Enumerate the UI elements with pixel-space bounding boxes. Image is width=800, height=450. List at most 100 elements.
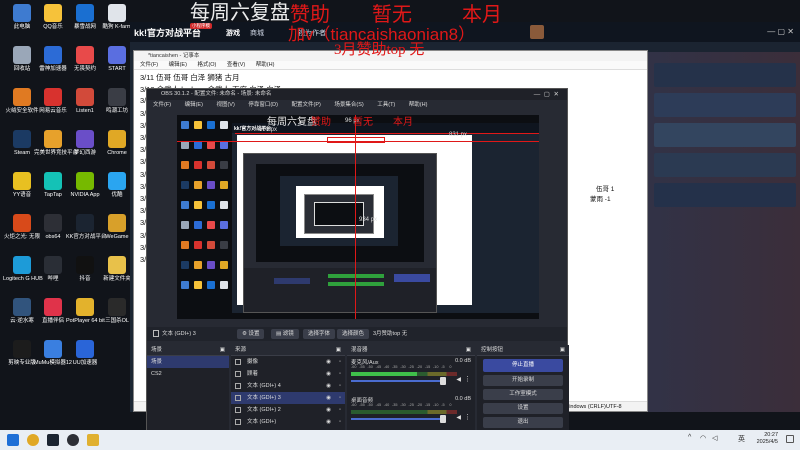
volume-meter bbox=[351, 410, 457, 414]
lock-icon[interactable]: ▫ bbox=[339, 368, 341, 380]
notepad-menu-help[interactable]: 帮助(H) bbox=[256, 62, 275, 68]
lock-icon[interactable]: ▫ bbox=[339, 380, 341, 392]
select-font-button[interactable]: 选择字体 bbox=[303, 329, 336, 339]
obs-menu-view[interactable]: 视图(V) bbox=[216, 102, 234, 108]
visibility-eye-icon[interactable]: ◉ bbox=[326, 416, 331, 428]
scene-item[interactable]: 场景 bbox=[147, 356, 229, 368]
mixer-dock-popout-icon[interactable]: ▣ bbox=[466, 345, 471, 356]
taptap-icon bbox=[44, 172, 62, 190]
source-filters-button[interactable]: ▤ 滤镜 bbox=[271, 329, 299, 339]
notepad-menu-format[interactable]: 格式(O) bbox=[197, 62, 216, 68]
notepad-menu-file[interactable]: 文件(F) bbox=[140, 62, 158, 68]
mixer-tick: -55 bbox=[359, 365, 365, 369]
visibility-eye-icon[interactable]: ◉ bbox=[326, 404, 331, 416]
kk-taskbar-icon[interactable] bbox=[47, 434, 59, 446]
obs-taskbar-icon[interactable] bbox=[67, 434, 79, 446]
mixer-tick: -25 bbox=[408, 403, 414, 407]
more-icon[interactable]: ⋮ bbox=[464, 413, 471, 421]
lock-icon[interactable]: ▫ bbox=[339, 416, 341, 428]
mixer-tick: -15 bbox=[424, 365, 431, 369]
kk-nav-store[interactable]: 商城 bbox=[250, 28, 264, 38]
lock-icon[interactable]: ▫ bbox=[339, 392, 341, 404]
studio-mode-button[interactable]: 工作室模式 bbox=[483, 389, 563, 400]
volume-slider[interactable] bbox=[351, 377, 446, 385]
source-settings-button[interactable]: ⚙ 设置 bbox=[237, 329, 265, 339]
mixer-tick: -25 bbox=[408, 365, 414, 369]
mixer-tick: -40 bbox=[383, 403, 390, 407]
speaker-icon[interactable]: ◀ bbox=[456, 414, 461, 421]
start-recording-button[interactable]: 开始录制 bbox=[483, 375, 563, 386]
select-color-button[interactable]: 选择颜色 bbox=[337, 329, 370, 339]
source-item[interactable]: 顾着 ◉ ▫ bbox=[231, 368, 345, 380]
mixer-tick: -45 bbox=[375, 403, 382, 407]
tray-chevron-icon[interactable]: ^ bbox=[688, 434, 691, 441]
obs-window-controls[interactable]: — ▢ ✕ bbox=[534, 89, 559, 100]
chrome-taskbar-icon[interactable] bbox=[27, 434, 39, 446]
stop-streaming-button[interactable]: 停止直播 bbox=[483, 359, 563, 372]
kk-avatar[interactable] bbox=[530, 25, 544, 39]
source-type-icon bbox=[235, 395, 241, 401]
volume-slider-handle[interactable] bbox=[440, 377, 446, 385]
speaker-icon[interactable]: ◀ bbox=[456, 376, 461, 383]
obs-menu-tools[interactable]: 工具(T) bbox=[377, 102, 395, 108]
lock-icon[interactable]: ▫ bbox=[339, 356, 341, 368]
visibility-eye-icon[interactable]: ◉ bbox=[326, 392, 331, 404]
sources-dock-popout-icon[interactable]: ▣ bbox=[336, 345, 341, 356]
mixer-channel: 桌面音频 0.0 dB -60 -55 -50 -45 -40 -35 -30 -25 -20 -15… bbox=[347, 394, 475, 432]
obs-menu-scene-collection[interactable]: 场景集合(S) bbox=[334, 102, 363, 108]
source-item[interactable]: 文本 (GDI+) ◉ ▫ bbox=[231, 416, 345, 428]
preview-desktop-icon bbox=[194, 141, 202, 149]
obs-menu-file[interactable]: 文件(F) bbox=[153, 102, 171, 108]
scenes-dock-title: 场景 bbox=[151, 347, 163, 353]
mixer-tick: -20 bbox=[416, 365, 423, 369]
game-taskbar-icon[interactable] bbox=[87, 434, 99, 446]
volume-icon[interactable]: ◁ bbox=[712, 434, 717, 442]
notepad-menu-edit[interactable]: 编辑(E) bbox=[169, 62, 187, 68]
notepad-menu-view[interactable]: 查看(V) bbox=[227, 62, 245, 68]
source-item[interactable]: 摄像 ◉ ▫ bbox=[231, 356, 345, 368]
scene-item[interactable]: CS2 bbox=[147, 368, 229, 380]
volume-slider-handle[interactable] bbox=[440, 415, 446, 423]
visibility-eye-icon[interactable]: ◉ bbox=[326, 380, 331, 392]
obs-menu-docks[interactable]: 停靠窗口(D) bbox=[248, 102, 278, 108]
capcut-icon bbox=[13, 340, 31, 358]
volume-slider[interactable] bbox=[351, 415, 446, 423]
windows-start-icon[interactable] bbox=[7, 434, 19, 446]
obs-preview[interactable]: kk!官方对战平台 600 px 96 px 831 px 934 px 每周六… bbox=[177, 115, 539, 319]
kk-right-list bbox=[650, 57, 800, 357]
preview-desktop-icon bbox=[181, 281, 189, 289]
obs-menu-bar: 文件(F) 编辑(E) 视图(V) 停靠窗口(D) 配置文件(P) 场景集合(S… bbox=[147, 100, 567, 110]
notification-icon[interactable] bbox=[786, 435, 794, 443]
kk-nav-games[interactable]: 游戏 bbox=[226, 28, 240, 38]
more-icon[interactable]: ⋮ bbox=[464, 375, 471, 383]
wifi-icon[interactable]: ◠ bbox=[700, 434, 706, 442]
obs-exit-button[interactable]: 退出 bbox=[483, 417, 563, 428]
visibility-eye-icon[interactable]: ◉ bbox=[326, 368, 331, 380]
preview-obs bbox=[243, 153, 437, 313]
preview-desktop-icon bbox=[194, 261, 202, 269]
obs-settings-button[interactable]: 设置 bbox=[483, 403, 563, 414]
kk-window-controls[interactable]: — ▢ ✕ bbox=[767, 27, 794, 36]
obs-menu-profile[interactable]: 配置文件(P) bbox=[291, 102, 320, 108]
obs-menu-help[interactable]: 帮助(H) bbox=[409, 102, 428, 108]
preview-desktop-icon bbox=[220, 281, 228, 289]
scenes-dock-popout-icon[interactable]: ▣ bbox=[220, 345, 225, 356]
obs-menu-edit[interactable]: 编辑(E) bbox=[185, 102, 203, 108]
controls-dock-popout-icon[interactable]: ▣ bbox=[560, 345, 565, 356]
source-toolbar-text-value[interactable]: 3月赞助top 无 bbox=[373, 329, 407, 339]
mixer-tick: -30 bbox=[400, 365, 406, 369]
desktop-icon-35[interactable]: UU加速器 bbox=[66, 340, 104, 378]
preview-desktop-icon bbox=[220, 201, 228, 209]
source-item[interactable]: 文本 (GDI+) 2 ◉ ▫ bbox=[231, 404, 345, 416]
steam-icon bbox=[13, 130, 31, 148]
preview-selection-box[interactable] bbox=[327, 137, 385, 143]
lock-icon[interactable]: ▫ bbox=[339, 404, 341, 416]
preview-desktop-icon bbox=[194, 161, 202, 169]
mixer-tick: -20 bbox=[416, 403, 423, 407]
source-settings-label: 设置 bbox=[248, 331, 260, 337]
source-item[interactable]: 文本 (GDI+) 3 ◉ ▫ bbox=[231, 392, 345, 404]
ime-indicator[interactable]: 英 bbox=[738, 434, 745, 444]
clock[interactable]: 20:27 2025/4/5 bbox=[757, 432, 778, 446]
source-item[interactable]: 文本 (GDI+) 4 ◉ ▫ bbox=[231, 380, 345, 392]
visibility-eye-icon[interactable]: ◉ bbox=[326, 356, 331, 368]
